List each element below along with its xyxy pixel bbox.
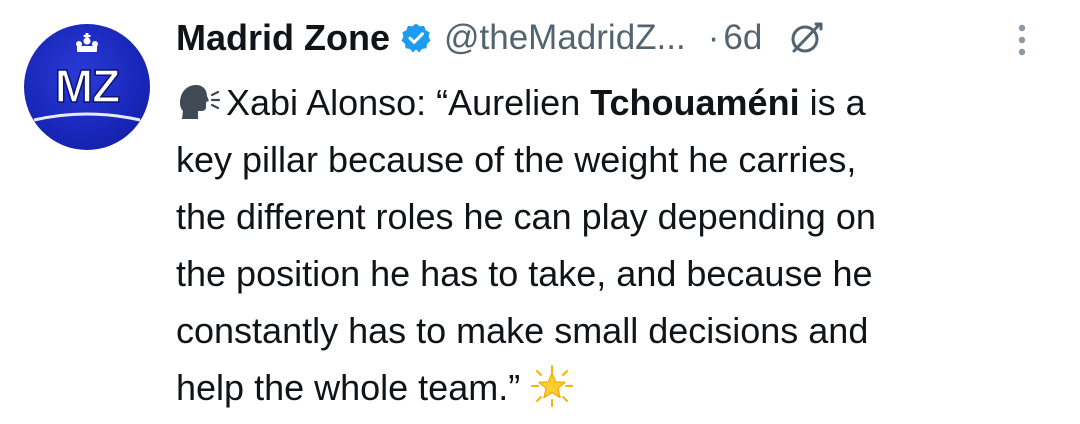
tweet-line-1: Xabi Alonso: “Aurelien Tchouaméni is a [176,74,1056,131]
tweet-line-5: constantly has to make small decisions a… [176,310,869,351]
avatar[interactable]: MZ [24,24,150,150]
tweet-line-1-suffix: is a [799,82,866,123]
glowing-star-icon [530,364,574,408]
author-handle[interactable]: @theMadridZ... [444,18,686,58]
verified-badge-icon [400,22,432,54]
tweet-timestamp[interactable]: 6d [723,18,762,58]
separator-dot: · [707,18,720,57]
tweet-line-4: the position he has to take, and because… [176,253,873,294]
tweet-header: Madrid Zone @theMadridZ... · 6d [176,12,824,64]
tweet-line-2: key pillar because of the weight he carr… [176,139,857,180]
tweet-line-6-text: help the whole team.” [176,367,521,408]
display-name[interactable]: Madrid Zone [176,17,390,59]
player-name-bold: Tchouaméni [590,82,800,123]
tweet-text: Xabi Alonso: “Aurelien Tchouaméni is a k… [176,74,1056,416]
avatar-text: MZ [55,60,119,112]
tweet-line-6: help the whole team.” [176,359,1056,416]
tweet-line-1-prefix: Xabi Alonso: “Aurelien [226,82,591,123]
tweet[interactable]: MZ Madrid Zone @theMadridZ... · 6d Xabi … [0,0,1080,408]
avatar-logo-icon: MZ [33,33,141,122]
more-options-icon[interactable] [1010,18,1034,62]
tweet-line-3: the different roles he can play dependin… [176,196,876,237]
speaking-head-icon [176,80,221,119]
grok-icon[interactable] [788,20,824,56]
